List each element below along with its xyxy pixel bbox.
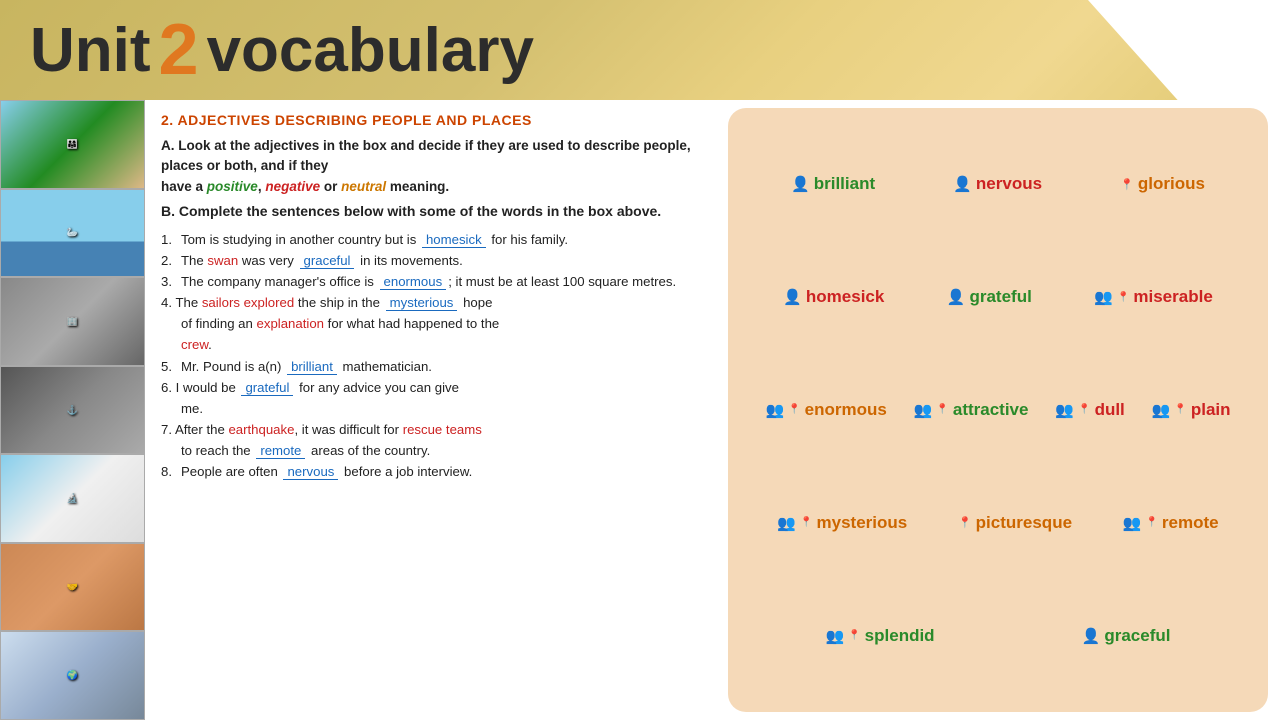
- place-icon-mysterious: 📍: [800, 517, 812, 528]
- place-icon-remote: 📍: [1145, 517, 1157, 528]
- sidebar-image-4: ⚓: [0, 366, 145, 455]
- sentence-8: 8. People are often nervous before a job…: [161, 461, 704, 482]
- blank-remote: remote: [256, 443, 305, 459]
- place-icon-attractive: 📍: [936, 404, 948, 415]
- vocab-row-3: 👥 📍 enormous 👥 📍 attractive 👥 📍 dull 👥 📍…: [752, 400, 1244, 420]
- instruction-a-prefix: A. Look at the adjectives in the box and…: [161, 138, 691, 173]
- sidebar-image-2: 🦢: [0, 189, 145, 278]
- sentence-1: 1. Tom is studying in another country bu…: [161, 229, 704, 250]
- sidebar-image-5: 🔬: [0, 454, 145, 543]
- vocab-glorious: 📍 glorious: [1120, 174, 1205, 194]
- both-icon-plain: 👥: [1152, 401, 1171, 419]
- place-icon-plain: 📍: [1174, 404, 1186, 415]
- vocab-graceful: 👤 graceful: [1082, 626, 1171, 646]
- page-header: Unit 2 vocabulary: [0, 0, 1280, 100]
- positive-label: positive: [207, 179, 258, 194]
- vocab-row-4: 👥 📍 mysterious 📍 picturesque 👥 📍 remote: [752, 513, 1244, 533]
- both-icon-splendid: 👥: [826, 627, 845, 645]
- place-icon-miserable: 📍: [1117, 292, 1129, 303]
- both-icon-remote: 👥: [1123, 514, 1142, 532]
- sidebar-image-7: 🌍: [0, 631, 145, 720]
- sentence-7: 7. After the earthquake, it was difficul…: [161, 419, 704, 461]
- sentence-3: 3. The company manager's office is enorm…: [161, 271, 704, 292]
- instruction-a: A. Look at the adjectives in the box and…: [161, 136, 704, 197]
- person-icon-homesick: 👤: [783, 288, 802, 306]
- blank-mysterious: mysterious: [386, 295, 458, 311]
- person-icon-grateful: 👤: [947, 288, 966, 306]
- person-icon-graceful: 👤: [1082, 627, 1101, 645]
- sidebar-image-6: 🤝: [0, 543, 145, 632]
- both-icon-attractive: 👥: [914, 401, 933, 419]
- section-title: 2. ADJECTIVES DESCRIBING PEOPLE AND PLAC…: [161, 112, 704, 128]
- sentences-container: 1. Tom is studying in another country bu…: [161, 229, 704, 483]
- vocab-homesick: 👤 homesick: [783, 287, 884, 307]
- vocab-enormous: 👥 📍 enormous: [765, 400, 886, 420]
- person-icon-brilliant: 👤: [791, 175, 810, 193]
- blank-grateful: grateful: [241, 380, 293, 396]
- both-icon-miserable: 👥: [1094, 288, 1113, 306]
- blank-brilliant: brilliant: [287, 359, 337, 375]
- person-icon-nervous: 👤: [953, 175, 972, 193]
- vocab-row-5: 👥 📍 splendid 👤 graceful: [752, 626, 1244, 646]
- blank-enormous: enormous: [380, 274, 447, 290]
- sentence-2: 2. The swan was very graceful in its mov…: [161, 250, 704, 271]
- both-icon-enormous: 👥: [765, 401, 784, 419]
- image-sidebar: 👨‍👩‍👧 🦢 🏢 ⚓ 🔬 🤝 🌍: [0, 100, 145, 720]
- sidebar-image-3: 🏢: [0, 277, 145, 366]
- vocab-attractive: 👥 📍 attractive: [914, 400, 1029, 420]
- negative-label: negative: [265, 179, 320, 194]
- sentence-4: 4. The sailors explored the ship in the …: [161, 292, 704, 355]
- vocab-plain: 👥 📍 plain: [1152, 400, 1231, 420]
- vocab-row-1: 👤 brilliant 👤 nervous 📍 glorious: [752, 174, 1244, 194]
- instruction-b: B. Complete the sentences below with som…: [161, 203, 704, 219]
- instruction-a-suffix: have a: [161, 179, 203, 194]
- sidebar-image-1: 👨‍👩‍👧: [0, 100, 145, 189]
- main-content: 👨‍👩‍👧 🦢 🏢 ⚓ 🔬 🤝 🌍 2. ADJECTIVES DESCRIBI…: [0, 100, 1280, 720]
- vocab-remote: 👥 📍 remote: [1123, 513, 1219, 533]
- vocab-grateful: 👤 grateful: [947, 287, 1032, 307]
- unit-number: 2: [159, 9, 199, 91]
- both-icon-dull: 👥: [1055, 401, 1074, 419]
- instruction-a-end: meaning.: [390, 179, 449, 194]
- vocab-brilliant: 👤 brilliant: [791, 174, 875, 194]
- text-content: 2. ADJECTIVES DESCRIBING PEOPLE AND PLAC…: [145, 100, 720, 720]
- sentence-5: 5. Mr. Pound is a(n) brilliant mathemati…: [161, 356, 704, 377]
- vocab-label: vocabulary: [207, 15, 534, 86]
- neutral-label: neutral: [341, 179, 386, 194]
- blank-graceful: graceful: [300, 253, 355, 269]
- vocab-dull: 👥 📍 dull: [1055, 400, 1124, 420]
- sentence-6: 6. I would be grateful for any advice yo…: [161, 377, 704, 419]
- vocab-row-2: 👤 homesick 👤 grateful 👥 📍 miserable: [752, 287, 1244, 307]
- vocab-nervous: 👤 nervous: [953, 174, 1042, 194]
- place-icon-picturesque: 📍: [958, 516, 972, 529]
- place-icon-glorious: 📍: [1120, 178, 1134, 191]
- place-icon-splendid: 📍: [848, 630, 860, 641]
- vocab-picturesque: 📍 picturesque: [958, 513, 1072, 533]
- place-icon-enormous: 📍: [788, 404, 800, 415]
- vocab-mysterious: 👥 📍 mysterious: [777, 513, 907, 533]
- blank-nervous: nervous: [283, 464, 338, 480]
- page-title: Unit 2 vocabulary: [30, 9, 534, 91]
- vocabulary-box: 👤 brilliant 👤 nervous 📍 glorious 👤 homes…: [728, 108, 1268, 712]
- vocab-miserable: 👥 📍 miserable: [1094, 287, 1213, 307]
- vocab-splendid: 👥 📍 splendid: [826, 626, 935, 646]
- both-icon-mysterious: 👥: [777, 514, 796, 532]
- place-icon-dull: 📍: [1078, 404, 1090, 415]
- unit-label: Unit: [30, 15, 151, 86]
- blank-homesick: homesick: [422, 232, 486, 248]
